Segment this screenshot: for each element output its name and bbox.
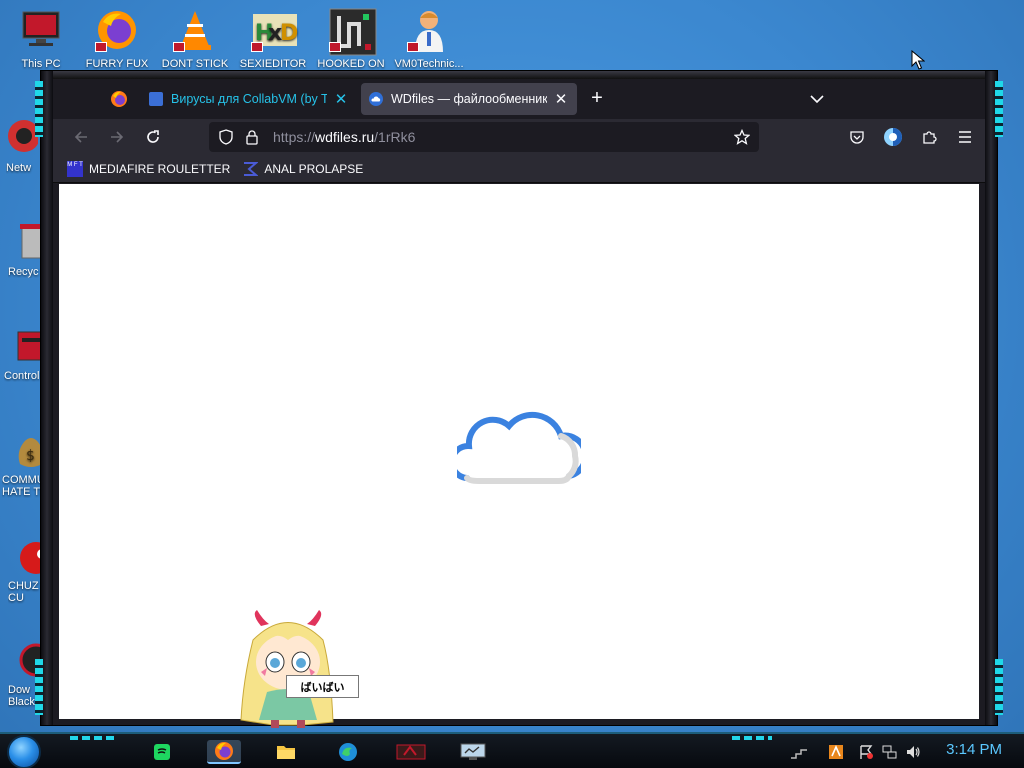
hex-editor-icon: H x D <box>251 8 298 52</box>
reload-icon <box>147 130 159 143</box>
tab-virusy-collabvm[interactable]: Вирусы для CollabVM (by Test ✕ <box>141 83 357 115</box>
window-frame-top <box>41 71 997 79</box>
taskbar-neon-deco <box>70 736 114 740</box>
back-button[interactable] <box>65 121 97 153</box>
url-path: /1rRk6 <box>374 129 416 145</box>
frame-neon-deco <box>35 659 43 715</box>
network-status-icon[interactable] <box>880 744 898 760</box>
url-text[interactable]: https://wdfiles.ru/1rRk6 <box>273 129 729 145</box>
window-frame-right <box>985 71 997 725</box>
bookmarks-toolbar: M F T MEDIAFIRE ROULETTER ANAL PROLAPSE <box>53 155 985 183</box>
desktop-icon-this-pc[interactable]: This PC <box>0 8 82 70</box>
close-icon[interactable]: ✕ <box>553 90 569 108</box>
firefox-icon <box>215 742 233 760</box>
desktop-icon-vm0technician[interactable]: VM0Technic... <box>388 8 470 70</box>
taskbar-spotify[interactable] <box>148 740 176 764</box>
frame-neon-deco <box>995 81 1003 137</box>
warning-flag-icon[interactable] <box>857 744 875 760</box>
sticker-speech-bubble: ばいばい <box>286 675 359 698</box>
pocket-button[interactable] <box>841 121 873 153</box>
bookmark-mediafire-rouletter[interactable]: M F T MEDIAFIRE ROULETTER <box>67 160 231 177</box>
tab-strip: Вирусы для CollabVM (by Test ✕ WDfiles —… <box>53 79 985 119</box>
svg-text:$: $ <box>26 448 35 464</box>
desktop-icon-hooked-on[interactable]: HOOKED ON <box>310 8 392 70</box>
monitor-app-icon <box>460 743 486 760</box>
page-content <box>59 184 979 719</box>
account-avatar-icon <box>884 128 902 146</box>
shortcut-badge <box>173 42 185 52</box>
shortcut-badge <box>407 42 419 52</box>
navigation-toolbar: https://wdfiles.ru/1rRk6 <box>53 119 985 155</box>
maze-app-icon <box>329 8 377 56</box>
browser-window: Вирусы для CollabVM (by Test ✕ WDfiles —… <box>35 70 1003 726</box>
volume-icon[interactable] <box>904 744 922 760</box>
bookmark-label: ANAL PROLAPSE <box>264 161 364 176</box>
taskbar: 3:14 PM <box>0 732 1024 768</box>
shortcut-badge <box>251 42 263 52</box>
show-desktop-stairs-icon <box>790 744 808 760</box>
cartoon-character-sticker <box>240 610 334 728</box>
vm-app-icon <box>396 744 426 760</box>
cloud-favicon <box>369 92 383 106</box>
chevron-down-icon <box>810 95 824 104</box>
url-bar[interactable]: https://wdfiles.ru/1rRk6 <box>209 122 759 152</box>
taskbar-clock[interactable]: 3:14 PM <box>946 741 1002 758</box>
vlc-icon <box>173 8 217 52</box>
app-menu-button[interactable] <box>949 121 981 153</box>
svg-text:D: D <box>280 21 298 46</box>
url-host: wdfiles.ru <box>315 129 375 145</box>
account-button[interactable] <box>877 121 909 153</box>
shortcut-badge <box>329 42 341 52</box>
extensions-button[interactable] <box>913 121 945 153</box>
bookmark-anal-prolapse[interactable]: ANAL PROLAPSE <box>242 161 363 177</box>
frame-neon-deco <box>995 659 1003 715</box>
taskbar-firefox[interactable] <box>207 740 241 764</box>
tab-wdfiles[interactable]: WDfiles — файлообменник бе ✕ <box>361 83 577 115</box>
technician-icon <box>407 8 451 52</box>
taskbar-vm-app[interactable] <box>392 740 430 764</box>
mouse-cursor-icon <box>911 50 925 70</box>
new-tab-button[interactable]: + <box>581 83 613 115</box>
edge-icon <box>339 743 357 761</box>
forward-arrow-icon <box>111 131 124 143</box>
url-scheme: https:// <box>273 129 316 145</box>
spotify-icon <box>154 744 170 760</box>
frame-neon-deco <box>35 81 43 137</box>
forward-button[interactable] <box>101 121 133 153</box>
taskbar-neon-deco <box>732 736 772 740</box>
tray-app-icon[interactable] <box>827 744 845 760</box>
lock-icon[interactable] <box>239 123 265 151</box>
list-all-tabs-button[interactable] <box>805 87 829 111</box>
firefox-view-button[interactable] <box>97 83 141 115</box>
toolbar-right <box>837 121 981 153</box>
mft-icon: M F T <box>67 160 83 177</box>
hamburger-menu-icon <box>959 131 971 143</box>
taskbar-edge[interactable] <box>334 740 362 764</box>
pocket-icon <box>850 131 864 144</box>
desktop-icon-dont-stick[interactable]: DONT STICK <box>154 8 236 70</box>
sigma-icon <box>242 161 260 177</box>
firefox-icon <box>111 91 127 107</box>
bookmark-star-icon[interactable] <box>729 123 755 151</box>
shortcut-badge <box>95 42 107 52</box>
reload-button[interactable] <box>137 121 169 153</box>
page-icon <box>149 92 163 106</box>
taskbar-monitor-app[interactable] <box>454 740 492 764</box>
start-button[interactable] <box>7 735 41 768</box>
puzzle-icon <box>923 131 937 144</box>
loading-cloud-icon <box>457 411 581 484</box>
firefox-icon <box>95 8 139 52</box>
back-arrow-icon <box>74 131 87 143</box>
desktop-icon-furry-fux[interactable]: FURRY FUX <box>76 8 158 70</box>
desktop-icon-sexieditor[interactable]: H x D SEXIEDITOR <box>232 8 314 70</box>
close-icon[interactable]: ✕ <box>333 90 349 108</box>
network-icon <box>6 118 40 156</box>
file-explorer-icon <box>277 746 295 759</box>
this-pc-icon <box>19 8 63 52</box>
window-frame-left <box>41 71 53 725</box>
bookmark-label: MEDIAFIRE ROULETTER <box>89 161 231 176</box>
taskbar-file-explorer[interactable] <box>272 740 300 764</box>
tracking-protection-shield-icon[interactable] <box>213 123 239 151</box>
